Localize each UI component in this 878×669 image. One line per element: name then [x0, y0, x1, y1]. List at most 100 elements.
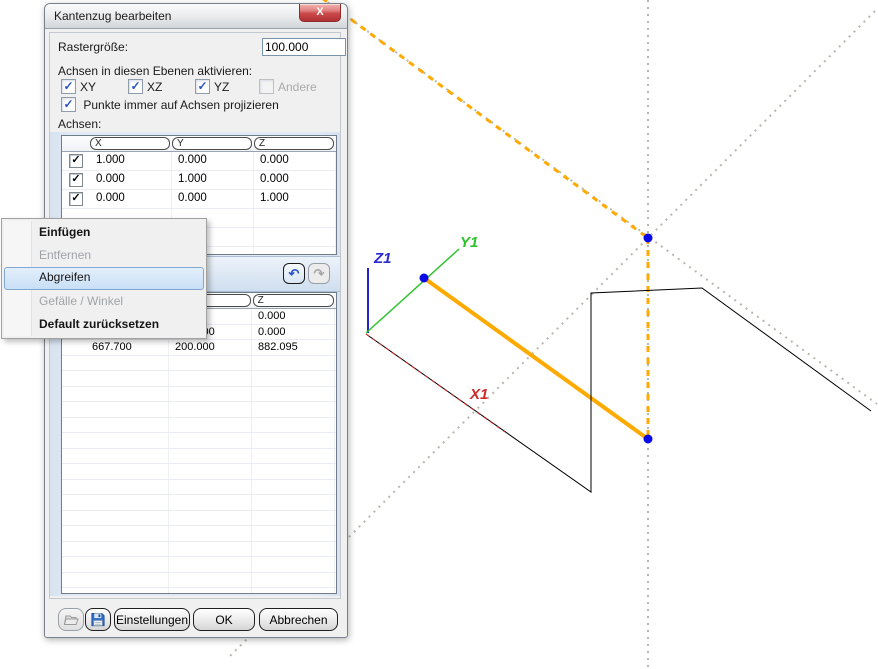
table-cell[interactable]	[169, 526, 252, 541]
table-row-empty[interactable]	[62, 464, 336, 480]
table-cell[interactable]	[252, 402, 335, 417]
axes-column-header-y[interactable]: Y	[172, 137, 252, 150]
table-cell[interactable]	[252, 371, 335, 386]
table-row-empty[interactable]	[62, 542, 336, 558]
table-cell[interactable]	[169, 449, 252, 464]
table-row-empty[interactable]	[62, 433, 336, 449]
cancel-button[interactable]: Abbrechen	[259, 608, 338, 631]
table-row-empty[interactable]	[62, 588, 336, 594]
table-cell[interactable]	[86, 511, 169, 526]
vertex-point-a[interactable]	[420, 274, 429, 283]
table-row[interactable]: ✓1.0000.0000.000	[62, 152, 336, 171]
table-cell[interactable]	[252, 449, 335, 464]
table-cell[interactable]	[252, 542, 335, 557]
table-row-empty[interactable]	[62, 371, 336, 387]
table-cell[interactable]	[86, 480, 169, 495]
plane-checkbox-yz[interactable]: ✓YZ	[195, 79, 229, 94]
table-cell[interactable]: 200.000	[169, 340, 252, 355]
row-checkbox[interactable]: ✓	[69, 173, 83, 187]
table-row-empty[interactable]	[62, 480, 336, 496]
table-cell[interactable]: 1.000	[90, 152, 172, 170]
table-row[interactable]: ✓0.0001.0000.000	[62, 171, 336, 190]
table-cell[interactable]: 0.000	[252, 309, 335, 324]
table-cell[interactable]	[169, 418, 252, 433]
table-cell[interactable]	[169, 464, 252, 479]
table-cell[interactable]	[252, 526, 335, 541]
table-row-empty[interactable]	[62, 402, 336, 418]
menu-item-abgreifen[interactable]: Abgreifen	[4, 267, 204, 290]
dialog-titlebar[interactable]: Kantenzug bearbeiten X	[45, 4, 347, 29]
vertex-point-b[interactable]	[644, 234, 653, 243]
table-cell[interactable]	[169, 402, 252, 417]
table-cell[interactable]	[169, 371, 252, 386]
menu-item-default-zur-cksetzen[interactable]: Default zurücksetzen	[4, 313, 204, 336]
vertex-point-c[interactable]	[644, 435, 653, 444]
table-cell[interactable]	[86, 495, 169, 510]
points-column-header-z[interactable]: Z	[253, 294, 334, 307]
table-cell[interactable]: 0.000	[252, 325, 335, 340]
table-row-empty[interactable]	[62, 356, 336, 372]
table-cell[interactable]	[252, 418, 335, 433]
table-cell[interactable]	[169, 495, 252, 510]
table-cell[interactable]	[252, 464, 335, 479]
table-cell[interactable]	[86, 557, 169, 572]
table-row[interactable]: ✓0.0000.0001.000	[62, 190, 336, 209]
table-cell[interactable]	[252, 557, 335, 572]
table-cell[interactable]	[86, 588, 169, 594]
project-points-checkbox[interactable]: ✓ Punkte immer auf Achsen projizieren	[61, 97, 279, 112]
table-row-empty[interactable]	[62, 387, 336, 403]
ok-button[interactable]: OK	[193, 608, 255, 631]
row-select-cell[interactable]: ✓	[62, 190, 90, 208]
table-row-empty[interactable]	[62, 449, 336, 465]
table-cell[interactable]	[169, 573, 252, 588]
table-cell[interactable]	[252, 433, 335, 448]
table-cell[interactable]	[252, 495, 335, 510]
table-cell[interactable]	[169, 542, 252, 557]
table-cell[interactable]: 0.000	[254, 152, 336, 170]
row-checkbox[interactable]: ✓	[69, 154, 83, 168]
table-cell[interactable]	[86, 356, 169, 371]
table-cell[interactable]	[252, 573, 335, 588]
table-row-empty[interactable]	[62, 418, 336, 434]
table-cell[interactable]	[252, 356, 335, 371]
table-cell[interactable]	[86, 402, 169, 417]
table-cell[interactable]	[86, 387, 169, 402]
table-cell[interactable]: 1.000	[254, 190, 336, 208]
table-cell[interactable]	[169, 557, 252, 572]
table-row-empty[interactable]	[62, 495, 336, 511]
construction-line-edge-axis[interactable]	[322, 0, 877, 404]
table-cell[interactable]	[254, 228, 336, 246]
table-cell[interactable]: 0.000	[172, 190, 254, 208]
settings-button[interactable]: Einstellungen	[114, 608, 190, 631]
row-checkbox[interactable]: ✓	[69, 192, 83, 206]
axes-column-header-x[interactable]: X	[90, 137, 170, 150]
plane-checkbox-xz[interactable]: ✓XZ	[128, 79, 162, 94]
menu-item-einf-gen[interactable]: Einfügen	[4, 221, 204, 244]
table-cell[interactable]	[254, 209, 336, 227]
table-cell[interactable]	[252, 480, 335, 495]
table-row-empty[interactable]	[62, 526, 336, 542]
table-cell[interactable]	[169, 511, 252, 526]
table-cell[interactable]: 0.000	[90, 190, 172, 208]
highlighted-edge-diagonal[interactable]	[322, 0, 648, 238]
raster-size-input[interactable]	[262, 38, 346, 56]
table-row-empty[interactable]	[62, 511, 336, 527]
table-cell[interactable]: 667.700	[86, 340, 169, 355]
table-cell[interactable]	[86, 433, 169, 448]
plane-checkbox-xy[interactable]: ✓XY	[61, 79, 96, 94]
table-cell[interactable]	[86, 542, 169, 557]
table-cell[interactable]	[169, 356, 252, 371]
table-cell[interactable]	[169, 480, 252, 495]
table-cell[interactable]	[86, 573, 169, 588]
table-cell[interactable]: 0.000	[172, 152, 254, 170]
plane-checkbox-andere[interactable]: Andere	[259, 79, 317, 94]
table-cell[interactable]: 0.000	[254, 171, 336, 189]
table-cell[interactable]	[169, 433, 252, 448]
table-cell[interactable]	[86, 418, 169, 433]
table-cell[interactable]	[86, 371, 169, 386]
row-select-cell[interactable]: ✓	[62, 171, 90, 189]
close-button[interactable]: X	[299, 4, 341, 22]
edge-segment-solid[interactable]	[424, 278, 648, 439]
table-row-empty[interactable]	[62, 557, 336, 573]
table-row-empty[interactable]	[62, 573, 336, 589]
